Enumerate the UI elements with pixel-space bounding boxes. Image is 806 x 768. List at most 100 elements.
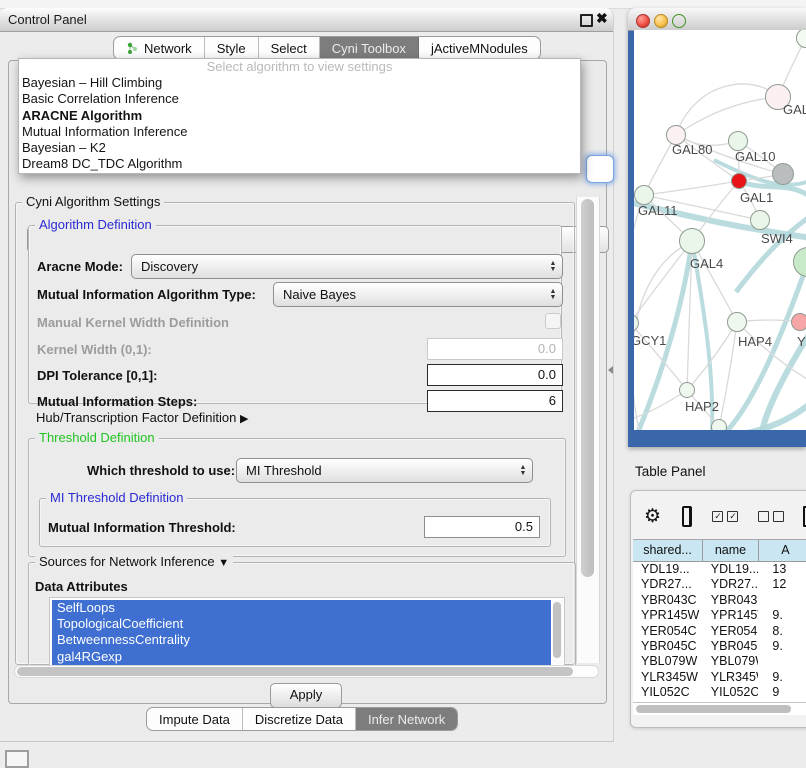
list-scrollbar-thumb[interactable]: [553, 602, 561, 658]
close-icon[interactable]: ✖: [596, 10, 608, 27]
tab-infer-network[interactable]: Infer Network: [356, 708, 457, 730]
tab-network[interactable]: Network: [114, 37, 205, 59]
tab-impute-data[interactable]: Impute Data: [147, 708, 243, 730]
aracne-mode-combo[interactable]: Discovery ▲▼: [131, 254, 563, 279]
network-node-y[interactable]: [791, 313, 806, 331]
algorithm-option[interactable]: ARACNE Algorithm: [19, 108, 580, 124]
table-cell: YDL19...: [633, 562, 703, 577]
table-row[interactable]: YDL19...YDL19...13: [633, 562, 806, 577]
settings-hscrollbar-thumb[interactable]: [17, 667, 573, 676]
tab-cyni-toolbox[interactable]: Cyni Toolbox: [320, 37, 419, 59]
algorithm-option[interactable]: Dream8 DC_TDC Algorithm: [19, 156, 580, 172]
table-cell: YPR145W: [703, 608, 759, 623]
network-node-gal4[interactable]: [679, 228, 705, 254]
attribute-list-item[interactable]: gal4RGexp: [52, 649, 551, 665]
splitter-collapse-icon[interactable]: [608, 366, 613, 374]
manual-kernel-checkbox[interactable]: [545, 313, 561, 329]
table-cell: YER054C: [703, 624, 759, 639]
column-header[interactable]: A: [759, 540, 806, 561]
mi-type-combo[interactable]: Naive Bayes ▲▼: [273, 282, 563, 307]
columns-icon[interactable]: [682, 506, 692, 527]
algorithm-popup: Select algorithm to view settings Bayesi…: [18, 58, 581, 174]
sources-group-title: Sources for Network Inference ▼: [35, 554, 233, 569]
zoom-traffic-icon[interactable]: [672, 14, 686, 28]
network-node-swi4[interactable]: [750, 210, 770, 230]
network-node[interactable]: [711, 419, 727, 430]
gear-icon[interactable]: ⚙: [644, 505, 661, 528]
settings-horizontal-scrollbar[interactable]: [14, 665, 599, 678]
panel-grid-icon[interactable]: [5, 750, 29, 768]
table-row[interactable]: YIL052CYIL052C9: [633, 685, 806, 700]
tab-style[interactable]: Style: [205, 37, 259, 59]
attribute-list-item[interactable]: BetweennessCentrality: [52, 632, 551, 648]
table-row[interactable]: YBR045CYBR045C9.: [633, 639, 806, 654]
settings-scrollbar-thumb[interactable]: [581, 199, 594, 577]
node-label: GAL80: [672, 142, 712, 157]
algorithm-option[interactable]: Bayesian – Hill Climbing: [19, 75, 580, 91]
expand-right-icon[interactable]: ▶: [240, 413, 248, 425]
apply-button[interactable]: Apply: [270, 683, 342, 708]
kernel-width-label: Kernel Width (0,1):: [37, 342, 152, 357]
table-header-row: shared... name A: [633, 540, 806, 562]
node-table[interactable]: shared... name A YDL19...YDL19...13YDR27…: [633, 539, 806, 702]
network-node-hap2[interactable]: [679, 382, 695, 398]
mi-threshold-field[interactable]: 0.5: [424, 516, 540, 538]
dpi-tolerance-field[interactable]: 0.0: [427, 364, 563, 386]
tab-select[interactable]: Select: [259, 37, 320, 59]
table-cell: YBR045C: [633, 639, 703, 654]
table-cell: YDL19...: [703, 562, 759, 577]
minimize-traffic-icon[interactable]: [654, 14, 668, 28]
table-row[interactable]: YBR043CYBR043C: [633, 593, 806, 608]
column-header[interactable]: name: [703, 540, 759, 561]
table-cell: 12: [758, 577, 806, 592]
table-row[interactable]: YER054CYER054C8.: [633, 624, 806, 639]
network-canvas[interactable]: GALGAL80GAL10GAL1GAL11SWI4GAL4GCY1HAP4YH…: [634, 30, 806, 430]
mi-steps-field[interactable]: 6: [427, 390, 563, 412]
node-label: GAL1: [740, 190, 773, 205]
mi-type-label: Mutual Information Algorithm Type:: [37, 287, 256, 302]
float-window-icon[interactable]: [580, 14, 593, 27]
column-header[interactable]: shared...: [633, 540, 703, 561]
tab-label: Infer Network: [368, 712, 445, 727]
list-scrollbar[interactable]: [552, 600, 563, 664]
table-horizontal-scrollbar[interactable]: [633, 702, 806, 715]
control-panel-titlebar: Control Panel ✖: [0, 8, 613, 32]
table-row[interactable]: YDR27...YDR27...12: [633, 577, 806, 592]
desktop: { "colors":{ "accent_blue":"#2a2ad4","ac…: [0, 0, 806, 762]
table-cell: 9.: [758, 670, 806, 685]
mi-steps-label: Mutual Information Steps:: [37, 394, 197, 409]
spinner-arrows-icon: ▲▼: [544, 289, 562, 301]
table-cell: YIL052C: [703, 685, 759, 700]
data-attributes-list[interactable]: SelfLoopsTopologicalCoefficientBetweenne…: [49, 597, 565, 667]
network-node-hap4[interactable]: [727, 312, 747, 332]
mi-type-value: Naive Bayes: [274, 287, 544, 302]
which-threshold-combo[interactable]: MI Threshold ▲▼: [236, 458, 533, 483]
network-node-gal10[interactable]: [728, 131, 748, 151]
kernel-width-field[interactable]: 0.0: [427, 338, 563, 360]
hub-definition-toggle[interactable]: Hub/Transcription Factor Definition ▶: [36, 410, 248, 425]
select-all-columns-button[interactable]: ✓✓: [712, 511, 738, 522]
algorithm-option[interactable]: Basic Correlation Inference: [19, 91, 580, 107]
table-cell: YPR145W: [633, 608, 703, 623]
table-row[interactable]: YBL079WYBL079W: [633, 654, 806, 669]
algorithm-option[interactable]: Mutual Information Inference: [19, 124, 580, 140]
network-node-gal1[interactable]: [731, 173, 747, 189]
close-traffic-icon[interactable]: [636, 14, 650, 28]
algorithm-option[interactable]: Bayesian – K2: [19, 140, 580, 156]
table-row[interactable]: YPR145WYPR145W9.: [633, 608, 806, 623]
table-cell: YBR045C: [703, 639, 759, 654]
table-row[interactable]: YLR345WYLR345W9.: [633, 670, 806, 685]
attribute-list-item[interactable]: TopologicalCoefficient: [52, 616, 551, 632]
inference-algorithm-combo-fragment[interactable]: [586, 155, 614, 183]
settings-vertical-scrollbar[interactable]: [576, 197, 600, 663]
attribute-list-item[interactable]: SelfLoops: [52, 600, 551, 616]
tab-jactivemnodules[interactable]: jActiveMNodules: [419, 37, 540, 59]
collapse-down-icon[interactable]: ▼: [218, 557, 229, 569]
table-hscrollbar-thumb[interactable]: [636, 705, 791, 713]
network-node[interactable]: [772, 163, 794, 185]
mi-threshold-group-title: MI Threshold Definition: [46, 490, 187, 505]
network-node-gal11[interactable]: [634, 185, 654, 205]
tab-discretize-data[interactable]: Discretize Data: [243, 708, 356, 730]
unchecked-checkbox-icon: [758, 511, 769, 522]
deselect-all-columns-button[interactable]: [758, 511, 784, 522]
